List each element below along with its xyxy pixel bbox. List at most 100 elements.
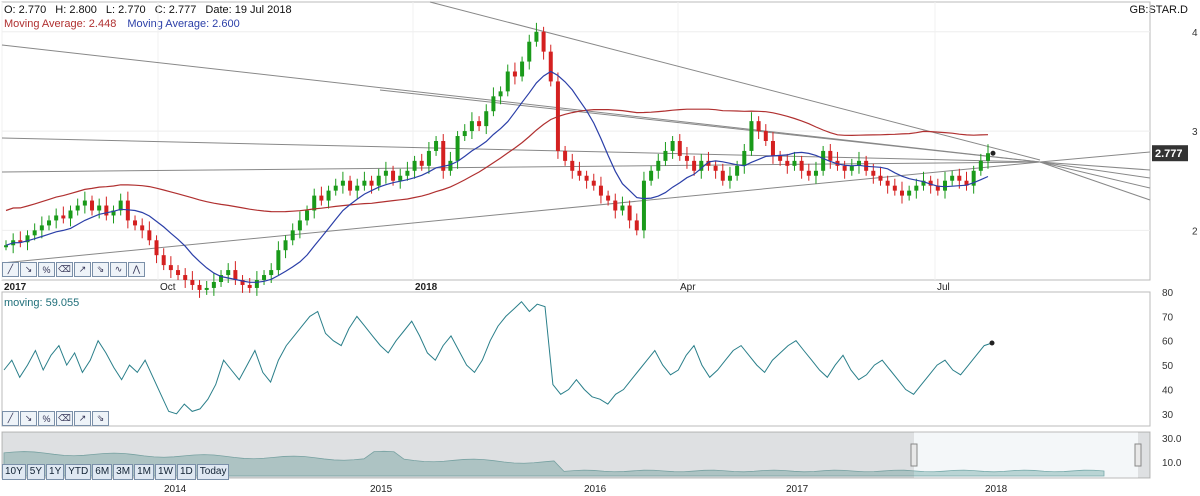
candle-body: [455, 136, 460, 161]
candle-body: [168, 265, 173, 271]
eraser-icon[interactable]: ⌫: [56, 262, 73, 277]
arrow-down-icon[interactable]: ↘: [20, 411, 37, 426]
range-button-1w[interactable]: 1W: [154, 464, 176, 480]
trend-down-icon[interactable]: ⇘: [92, 411, 109, 426]
candle-body: [527, 41, 532, 62]
candle-body: [262, 275, 267, 280]
range-button-5y[interactable]: 5Y: [26, 464, 46, 480]
candle-body: [670, 141, 675, 151]
price-x-label: 2018: [415, 282, 438, 293]
candle-body: [140, 225, 145, 231]
candle-body: [613, 200, 618, 211]
candle-body: [541, 31, 546, 52]
candle-body: [606, 195, 611, 201]
candle-body: [254, 280, 259, 288]
candle-body: [548, 51, 553, 82]
chart-svg[interactable]: 2 3 4 2017 Oct 2018 Apr Jul 2.777 30 40 50 60 70 80 10.…: [0, 0, 1200, 496]
range-button-6m[interactable]: 6M: [92, 464, 113, 480]
range-button-1m[interactable]: 1M: [134, 464, 154, 480]
eraser-icon[interactable]: ⌫: [56, 411, 73, 426]
candle-body: [498, 91, 503, 97]
trend-up-icon[interactable]: ↗: [74, 411, 91, 426]
candle-body: [211, 281, 216, 288]
price-x-label: Apr: [680, 282, 696, 293]
candle-body: [491, 96, 496, 112]
candle-body: [742, 150, 747, 166]
candle-body: [412, 160, 417, 171]
candle-body: [426, 150, 431, 166]
range-button-1y[interactable]: 1Y: [46, 464, 65, 480]
candle-body: [885, 180, 890, 186]
candle-body: [398, 175, 403, 181]
candle-body: [233, 270, 238, 280]
candle-body: [591, 180, 596, 186]
fib-icon[interactable]: ⋀: [128, 262, 145, 277]
candle-body: [763, 131, 768, 141]
moving-average-red-line: [5, 108, 989, 213]
candle-body: [520, 61, 525, 77]
candle-body: [376, 175, 381, 186]
trend-down-icon[interactable]: ⇘: [92, 262, 109, 277]
oscillator-panel-frame: [1, 291, 1151, 427]
candle-body: [828, 150, 833, 161]
candle-body: [383, 170, 388, 176]
candle-body: [247, 284, 252, 288]
range-button-ytd[interactable]: YTD: [65, 464, 92, 480]
candle-body: [419, 160, 424, 166]
candle-body: [978, 160, 983, 171]
candle-body: [147, 230, 152, 241]
candle-body: [4, 245, 8, 248]
line-tool-icon[interactable]: ╱: [2, 262, 19, 277]
price-panel-frame: [1, 1, 1151, 281]
wave-icon[interactable]: ∿: [110, 262, 127, 277]
candle-body: [806, 170, 811, 176]
candle-body: [512, 71, 517, 77]
candle-body: [469, 121, 474, 132]
price-y-tick: 3: [1192, 127, 1198, 138]
candle-body: [950, 175, 955, 181]
oscillator-y-tick: 30: [1162, 410, 1174, 421]
oscillator-y-tick: 60: [1162, 337, 1174, 348]
candle-body: [290, 230, 295, 241]
candle-body: [326, 190, 331, 201]
candle-body: [749, 121, 754, 151]
percent-icon[interactable]: %: [38, 411, 55, 426]
line-tool-icon[interactable]: ╱: [2, 411, 19, 426]
last-price-dot: [990, 150, 996, 156]
candle-body: [75, 205, 80, 211]
candle-body: [756, 121, 761, 132]
oscillator-y-tick: 40: [1162, 385, 1174, 396]
navigator-right-handle[interactable]: [1134, 443, 1142, 467]
candle-body: [355, 185, 360, 191]
candle-body: [684, 155, 689, 161]
range-button-10y[interactable]: 10Y: [2, 464, 26, 480]
candle-body: [563, 150, 568, 161]
navigator-x-label: 2017: [786, 484, 809, 495]
candle-body: [97, 205, 102, 211]
candle-body: [68, 210, 73, 219]
candle-body: [176, 270, 181, 276]
candle-body: [727, 175, 732, 181]
range-button-1d[interactable]: 1D: [176, 464, 196, 480]
price-y-tick: 4: [1192, 28, 1198, 39]
candle-body: [39, 225, 44, 231]
navigator-left-handle[interactable]: [910, 443, 918, 467]
navigator-x-label: 2018: [985, 484, 1008, 495]
candle-body: [340, 180, 345, 186]
candle-body: [534, 31, 539, 42]
candle-body: [942, 180, 947, 191]
range-button-today[interactable]: Today: [196, 464, 230, 480]
range-button-3m[interactable]: 3M: [113, 464, 134, 480]
candle-body: [627, 205, 632, 221]
oscillator-y-tick: 70: [1162, 312, 1174, 323]
candle-body: [477, 121, 482, 127]
candle-body: [871, 170, 876, 176]
navigator-y-tick: 30.0: [1162, 434, 1182, 445]
percent-icon[interactable]: %: [38, 262, 55, 277]
candle-body: [434, 141, 439, 151]
candle-body: [90, 200, 95, 211]
candle-body: [584, 175, 589, 181]
arrow-down-icon[interactable]: ↘: [20, 262, 37, 277]
candle-body: [842, 165, 847, 171]
trend-up-icon[interactable]: ↗: [74, 262, 91, 277]
